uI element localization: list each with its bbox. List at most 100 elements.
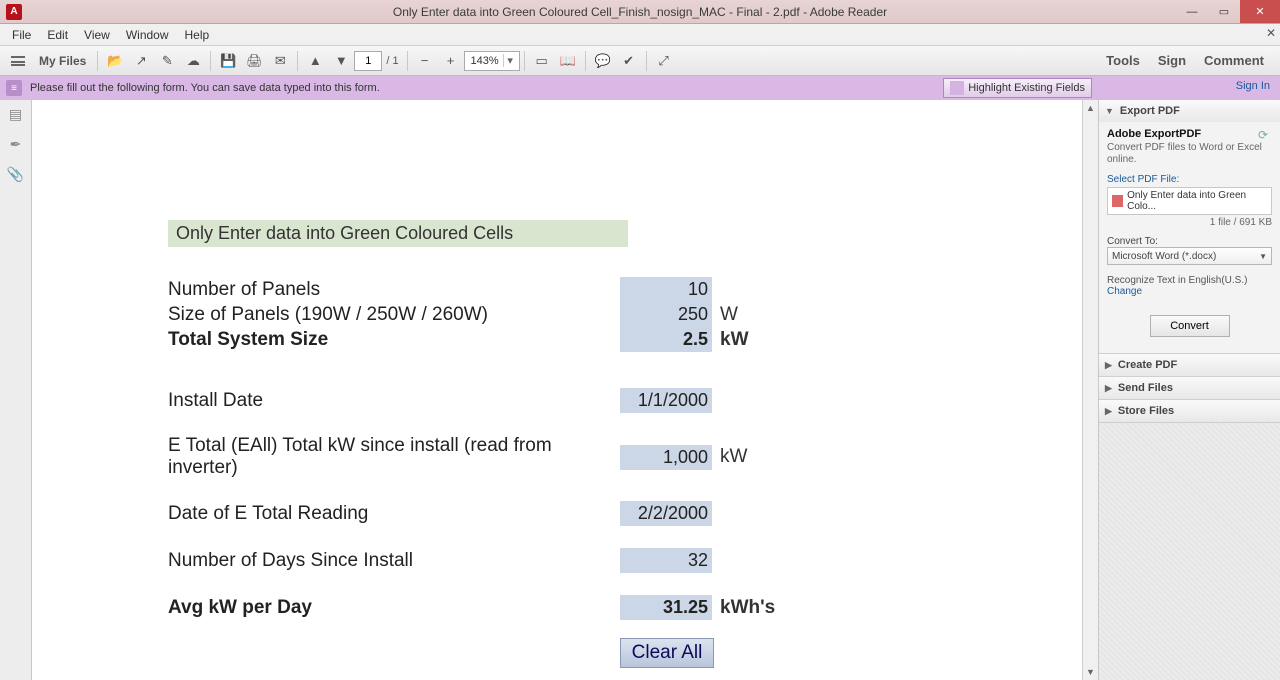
panel-export-pdf-header[interactable]: ▼ Export PDF — [1099, 100, 1280, 122]
field-reading-date[interactable]: 2/2/2000 — [620, 501, 712, 526]
cloud-icon[interactable]: ☁ — [181, 49, 205, 73]
selected-file-box[interactable]: Only Enter data into Green Colo... — [1107, 187, 1272, 215]
chevron-down-icon: ▼ — [1259, 252, 1267, 261]
hamburger-icon — [11, 56, 25, 66]
thumbnails-icon[interactable]: ▤ — [6, 104, 26, 124]
zoom-select[interactable]: 143% ▾ — [464, 51, 520, 71]
scroll-up-icon[interactable]: ▲ — [1083, 100, 1098, 116]
chevron-down-icon: ▾ — [503, 54, 517, 67]
scroll-down-icon[interactable]: ▼ — [1083, 664, 1098, 680]
field-avg-kw: 31.25 — [620, 595, 712, 620]
toolbar: My Files 📂 ↗ ✎ ☁ 💾 🖨 ✉ ▲ ▼ / 1 − + 143% … — [0, 46, 1280, 76]
main-area: ▤ ✒ 📎 Only Enter data into Green Coloure… — [0, 100, 1280, 680]
unit-avg-kw: kWh's — [720, 597, 775, 619]
field-install-date[interactable]: 1/1/2000 — [620, 388, 712, 413]
window-maximize-button[interactable]: ▭ — [1208, 0, 1240, 23]
zoom-value: 143% — [467, 55, 503, 67]
signature-icon[interactable]: ✒ — [6, 134, 26, 154]
menu-edit[interactable]: Edit — [39, 26, 76, 44]
panel-send-files-header[interactable]: ▶ Send Files — [1099, 377, 1280, 399]
tab-tools[interactable]: Tools — [1102, 49, 1144, 72]
sidebar-toggle-button[interactable] — [4, 49, 32, 73]
comment-icon[interactable]: 💬 — [591, 49, 615, 73]
field-number-panels[interactable]: 10 — [620, 277, 712, 302]
field-size-panels[interactable]: 250 — [620, 302, 712, 327]
title-bar: A Only Enter data into Green Coloured Ce… — [0, 0, 1280, 24]
menu-help[interactable]: Help — [177, 26, 218, 44]
selected-file-name: Only Enter data into Green Colo... — [1127, 190, 1267, 212]
field-total-system: 2.5 — [620, 327, 712, 352]
window-title: Only Enter data into Green Coloured Cell… — [0, 5, 1280, 19]
read-mode-icon[interactable]: ⤢ — [652, 49, 676, 73]
export-desc: Convert PDF files to Word or Excel onlin… — [1107, 142, 1272, 166]
unit-etotal: kW — [720, 446, 747, 468]
stamp-icon[interactable]: ✔ — [617, 49, 641, 73]
label-install-date: Install Date — [168, 390, 620, 412]
label-size-panels: Size of Panels (190W / 250W / 260W) — [168, 304, 620, 326]
menu-file[interactable]: File — [4, 26, 39, 44]
mail-icon[interactable]: ✉ — [268, 49, 292, 73]
page-up-icon[interactable]: ▲ — [303, 49, 327, 73]
convert-button[interactable]: Convert — [1150, 315, 1230, 337]
field-days-since: 32 — [620, 548, 712, 573]
chevron-right-icon: ▶ — [1105, 383, 1112, 394]
menu-window[interactable]: Window — [118, 26, 177, 44]
document-viewport: Only Enter data into Green Coloured Cell… — [32, 100, 1098, 680]
zoom-in-icon[interactable]: + — [439, 49, 463, 73]
recognize-text-label: Recognize Text in English(U.S.) — [1107, 275, 1272, 286]
select-file-label: Select PDF File: — [1107, 174, 1272, 185]
document-page[interactable]: Only Enter data into Green Coloured Cell… — [32, 100, 1082, 680]
window-close-button[interactable]: ✕ — [1240, 0, 1280, 23]
label-etotal: E Total (EAll) Total kW since install (r… — [168, 435, 620, 479]
print-icon[interactable]: 🖨 — [242, 49, 266, 73]
panel-store-files-header[interactable]: ▶ Store Files — [1099, 400, 1280, 422]
fit-width-icon[interactable]: 📖 — [556, 49, 580, 73]
chevron-right-icon: ▶ — [1105, 360, 1112, 371]
right-panel: ▼ Export PDF ⟳ Adobe ExportPDF Convert P… — [1098, 100, 1280, 680]
menu-view[interactable]: View — [76, 26, 118, 44]
form-info-bar: ≡ Please fill out the following form. Yo… — [0, 76, 1280, 100]
export-icon[interactable]: ↗ — [129, 49, 153, 73]
label-days-since: Number of Days Since Install — [168, 550, 620, 572]
tab-sign[interactable]: Sign — [1154, 49, 1190, 72]
pdf-file-icon — [1112, 195, 1123, 207]
selected-file-info: 1 file / 691 KB — [1107, 217, 1272, 228]
edit-icon[interactable]: ✎ — [155, 49, 179, 73]
chevron-right-icon: ▶ — [1105, 406, 1112, 417]
page-number-input[interactable] — [354, 51, 382, 71]
convert-to-value: Microsoft Word (*.docx) — [1112, 251, 1216, 262]
label-reading-date: Date of E Total Reading — [168, 503, 620, 525]
convert-to-select[interactable]: Microsoft Word (*.docx) ▼ — [1107, 247, 1272, 265]
window-minimize-button[interactable]: ― — [1176, 0, 1208, 23]
zoom-out-icon[interactable]: − — [413, 49, 437, 73]
refresh-icon[interactable]: ⟳ — [1258, 128, 1272, 142]
close-document-button[interactable]: ✕ — [1266, 26, 1276, 40]
banner-green-cells: Only Enter data into Green Coloured Cell… — [168, 220, 628, 247]
tab-comment[interactable]: Comment — [1200, 49, 1268, 72]
change-link[interactable]: Change — [1107, 286, 1272, 297]
chevron-down-icon: ▼ — [1105, 106, 1114, 116]
sign-in-link[interactable]: Sign In — [1236, 80, 1270, 92]
label-number-panels: Number of Panels — [168, 279, 620, 301]
fit-page-icon[interactable]: ▭ — [530, 49, 554, 73]
clear-all-button[interactable]: Clear All — [620, 638, 714, 668]
panel-create-pdf-header[interactable]: ▶ Create PDF — [1099, 354, 1280, 376]
form-info-icon: ≡ — [6, 80, 22, 96]
save-icon[interactable]: 💾 — [216, 49, 240, 73]
vertical-scrollbar[interactable]: ▲ ▼ — [1082, 100, 1098, 680]
highlight-fields-button[interactable]: Highlight Existing Fields — [943, 78, 1092, 98]
menu-bar: File Edit View Window Help ✕ — [0, 24, 1280, 46]
page-total-label: / 1 — [382, 55, 402, 67]
open-icon[interactable]: 📂 — [103, 49, 127, 73]
label-avg-kw: Avg kW per Day — [168, 597, 620, 619]
form-info-text: Please fill out the following form. You … — [30, 82, 380, 94]
label-total-system: Total System Size — [168, 329, 620, 351]
convert-to-label: Convert To: — [1107, 236, 1272, 247]
right-panel-filler — [1099, 423, 1280, 680]
field-etotal[interactable]: 1,000 — [620, 445, 712, 470]
unit-total-system: kW — [720, 329, 749, 351]
attachments-icon[interactable]: 📎 — [6, 164, 26, 184]
my-files-button[interactable]: My Files — [32, 49, 93, 73]
page-down-icon[interactable]: ▼ — [329, 49, 353, 73]
highlight-icon — [950, 81, 964, 95]
